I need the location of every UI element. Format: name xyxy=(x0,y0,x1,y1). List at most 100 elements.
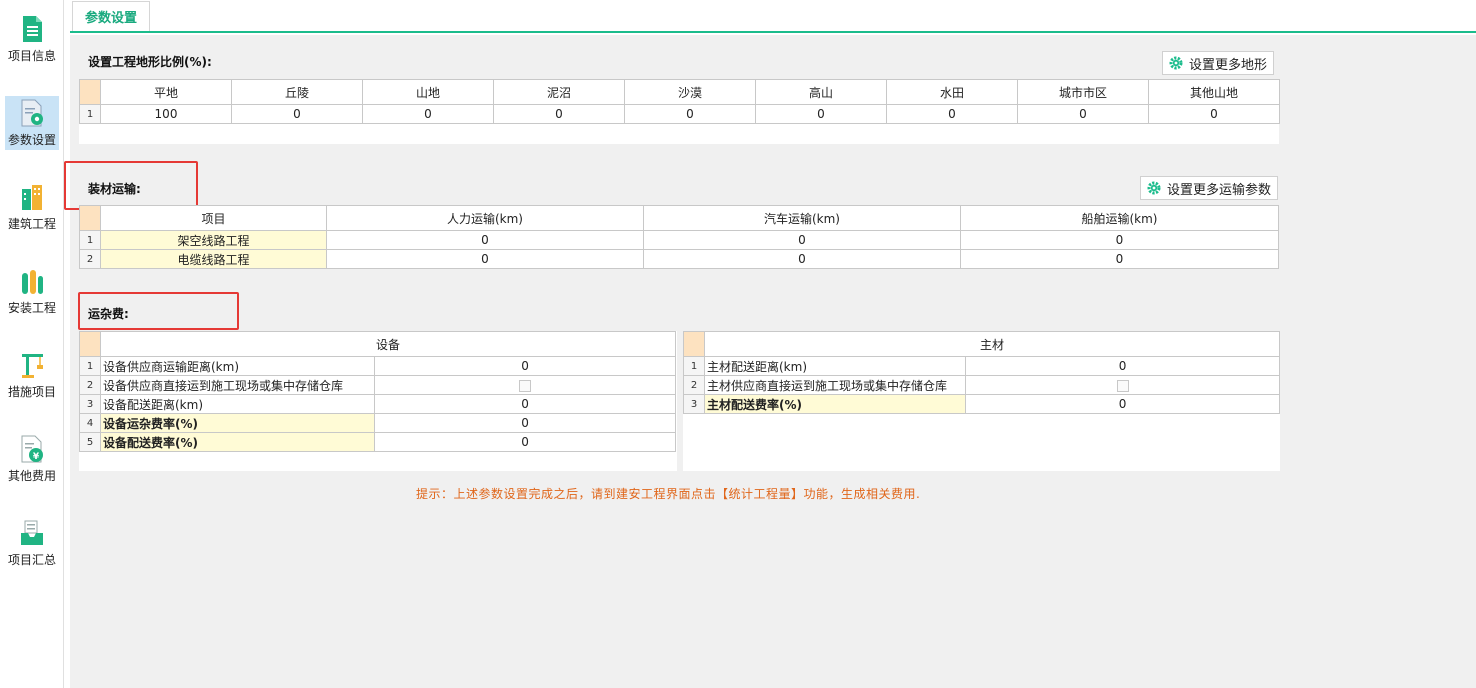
cell-value[interactable]: 0 xyxy=(964,356,1281,376)
row-label: 主材配送距离(km) xyxy=(704,356,966,376)
svg-text:¥: ¥ xyxy=(33,452,40,462)
cell-value[interactable]: 0 xyxy=(373,394,677,414)
tab-params[interactable]: 参数设置 xyxy=(72,1,150,31)
more-transport-button[interactable]: 设置更多运输参数 xyxy=(1140,176,1279,200)
more-terrain-button[interactable]: 设置更多地形 xyxy=(1162,51,1275,75)
row-number: 5 xyxy=(79,432,101,452)
row-number: 3 xyxy=(79,394,101,414)
cell-value[interactable]: 0 xyxy=(373,432,677,452)
cell-checkbox xyxy=(964,375,1281,395)
sidebar-item-other-fees[interactable]: ¥ 其他费用 xyxy=(5,432,59,486)
sidebar-item-building[interactable]: 建筑工程 xyxy=(5,180,59,234)
column-header: 山地 xyxy=(362,79,494,105)
sidebar-item-project-info[interactable]: 项目信息 xyxy=(5,12,59,66)
more-terrain-label: 设置更多地形 xyxy=(1189,57,1268,73)
transport-panel: 项目 人力运输(km) 汽车运输(km) 船舶运输(km) 1 架空线路工程 0… xyxy=(79,205,1279,269)
row-label: 设备供应商直接运到施工现场或集中存储仓库 xyxy=(100,375,375,395)
table-row: 5 设备配送费率(%) 0 xyxy=(79,432,677,452)
cell-paddy[interactable]: 0 xyxy=(886,104,1018,124)
sidebar-item-label: 措施项目 xyxy=(7,385,56,399)
sidebar-item-label: 建筑工程 xyxy=(7,217,56,231)
tab-bar: 参数设置 xyxy=(70,0,1476,33)
table-row: 1 设备供应商运输距离(km) 0 xyxy=(79,356,677,376)
more-transport-label: 设置更多运输参数 xyxy=(1167,182,1272,198)
inbox-icon xyxy=(21,520,43,545)
cell-other-mountain[interactable]: 0 xyxy=(1148,104,1280,124)
material-direct-delivery-checkbox[interactable] xyxy=(1116,379,1129,392)
table-row: 2 电缆线路工程 0 0 0 xyxy=(79,249,1279,269)
cell-ship[interactable]: 0 xyxy=(960,249,1279,269)
row-number: 1 xyxy=(683,356,705,376)
direct-delivery-checkbox[interactable] xyxy=(519,379,531,392)
sidebar-item-summary[interactable]: 项目汇总 xyxy=(5,516,59,570)
building-icon xyxy=(22,185,42,210)
table-row: 1 100 0 0 0 0 0 0 0 0 xyxy=(79,104,1280,124)
cell-value[interactable]: 0 xyxy=(373,356,677,376)
row-label: 设备配送费率(%) xyxy=(100,432,375,452)
document-icon xyxy=(23,16,42,42)
table-corner xyxy=(683,331,705,357)
gear-icon xyxy=(1169,56,1183,70)
table-row: 2 设备供应商直接运到施工现场或集中存储仓库 xyxy=(79,375,677,395)
cell-truck[interactable]: 0 xyxy=(643,249,961,269)
cell-highland[interactable]: 0 xyxy=(755,104,887,124)
transport-title: 装材运输: xyxy=(88,182,141,196)
table-row: 3 主材配送费率(%) 0 xyxy=(683,394,1281,414)
column-header: 丘陵 xyxy=(231,79,363,105)
sidebar-item-install[interactable]: 安装工程 xyxy=(5,264,59,318)
column-header: 水田 xyxy=(886,79,1018,105)
cell-swamp[interactable]: 0 xyxy=(493,104,625,124)
cell-manual[interactable]: 0 xyxy=(326,230,644,250)
column-header: 城市市区 xyxy=(1017,79,1149,105)
equipment-table: 设备 1 设备供应商运输距离(km) 0 2 设备供应商直接运到施工现场或集中存… xyxy=(79,331,677,452)
transport-table: 项目 人力运输(km) 汽车运输(km) 船舶运输(km) 1 架空线路工程 0… xyxy=(79,205,1279,269)
terrain-title: 设置工程地形比例(%): xyxy=(88,55,212,69)
sidebar-item-label: 项目汇总 xyxy=(7,553,56,567)
cell-flat[interactable]: 100 xyxy=(100,104,232,124)
factory-icon xyxy=(22,270,43,294)
column-header: 设备 xyxy=(99,331,677,357)
sidebar-item-label: 项目信息 xyxy=(7,49,56,63)
column-header: 泥沼 xyxy=(493,79,625,105)
sidebar: 项目信息 参数设置 建筑工程 安装工程 措施项目 ¥ 其他费用 项目汇总 xyxy=(0,0,64,688)
row-number: 1 xyxy=(79,104,101,124)
row-number: 1 xyxy=(79,230,101,250)
column-header: 项目 xyxy=(100,205,327,231)
hint-text: 提示：上述参数设置完成之后，请到建安工程界面点击【统计工程量】功能，生成相关费用… xyxy=(416,487,921,501)
material-panel: 主材 1 主材配送距离(km) 0 2 主材供应商直接运到施工现场或集中存储仓库… xyxy=(683,331,1281,471)
row-number: 3 xyxy=(683,394,705,414)
sidebar-item-label: 其他费用 xyxy=(7,469,56,483)
table-corner xyxy=(79,205,101,231)
sidebar-item-measures[interactable]: 措施项目 xyxy=(5,348,59,402)
cell-hills[interactable]: 0 xyxy=(231,104,363,124)
row-number: 2 xyxy=(683,375,705,395)
cell-truck[interactable]: 0 xyxy=(643,230,961,250)
cell-manual[interactable]: 0 xyxy=(326,249,644,269)
cell-value[interactable]: 0 xyxy=(964,394,1281,414)
column-header: 人力运输(km) xyxy=(326,205,644,231)
row-number: 2 xyxy=(79,375,101,395)
row-label: 架空线路工程 xyxy=(100,230,327,250)
row-label: 设备运杂费率(%) xyxy=(100,413,375,433)
cell-desert[interactable]: 0 xyxy=(624,104,756,124)
column-header: 沙漠 xyxy=(624,79,756,105)
table-corner xyxy=(79,79,101,105)
material-table: 主材 1 主材配送距离(km) 0 2 主材供应商直接运到施工现场或集中存储仓库… xyxy=(683,331,1281,414)
sidebar-item-params[interactable]: 参数设置 xyxy=(5,96,59,150)
sidebar-item-label: 参数设置 xyxy=(7,133,56,147)
cell-urban[interactable]: 0 xyxy=(1017,104,1149,124)
cell-value[interactable]: 0 xyxy=(373,413,677,433)
settings-document-icon xyxy=(21,99,43,127)
column-header: 平地 xyxy=(100,79,232,105)
row-label: 设备配送距离(km) xyxy=(100,394,375,414)
row-label: 电缆线路工程 xyxy=(100,249,327,269)
gear-icon xyxy=(1147,181,1161,195)
cell-mountain[interactable]: 0 xyxy=(362,104,494,124)
terrain-table: 平地 丘陵 山地 泥沼 沙漠 高山 水田 城市市区 其他山地 1 100 0 0… xyxy=(79,79,1280,124)
cell-ship[interactable]: 0 xyxy=(960,230,1279,250)
row-label: 设备供应商运输距离(km) xyxy=(100,356,375,376)
table-row: 1 主材配送距离(km) 0 xyxy=(683,356,1281,376)
sidebar-item-label: 安装工程 xyxy=(7,301,56,315)
column-header: 其他山地 xyxy=(1148,79,1280,105)
column-header: 汽车运输(km) xyxy=(643,205,961,231)
